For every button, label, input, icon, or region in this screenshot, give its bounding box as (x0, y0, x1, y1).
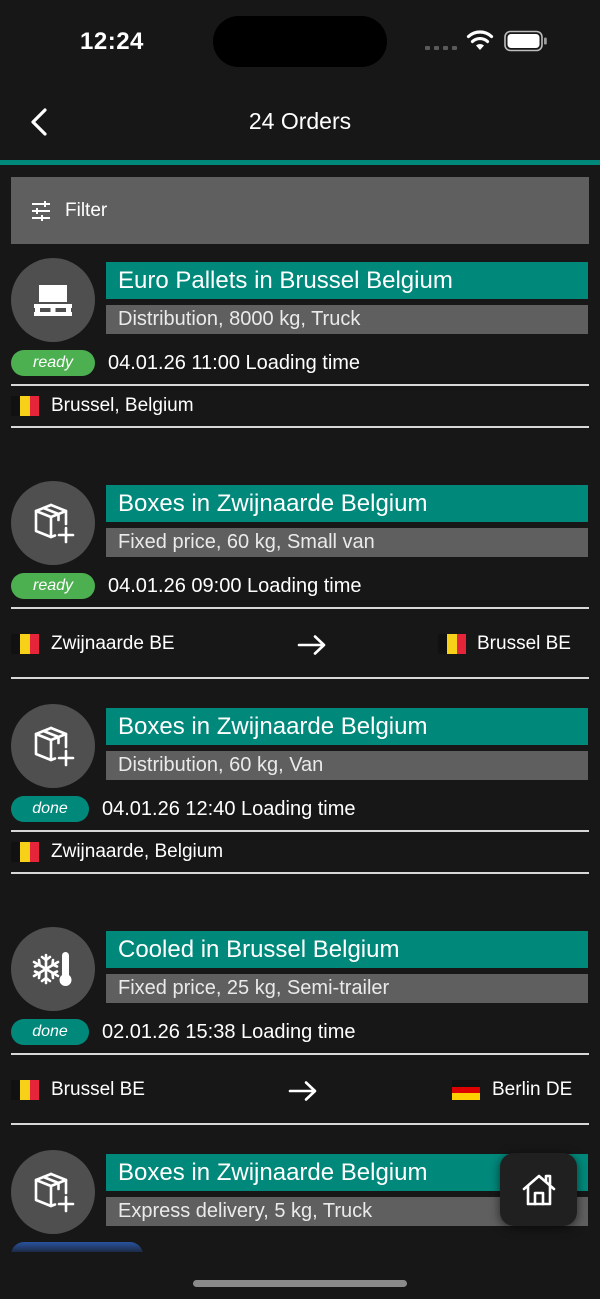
order-avatar (11, 481, 95, 565)
order-card[interactable]: Cooled in Brussel Belgium Fixed price, 2… (0, 913, 600, 1136)
order-details: Distribution, 8000 kg, Truck (106, 305, 588, 334)
status-badge: ready (11, 573, 95, 599)
divider (11, 872, 589, 874)
page-title: 24 Orders (248, 108, 352, 134)
order-avatar (11, 704, 95, 788)
filter-label: Filter (65, 199, 108, 221)
box-plus-icon (34, 503, 75, 544)
home-indicator[interactable] (193, 1280, 407, 1287)
origin-location: Brussel BE (51, 1079, 145, 1100)
divider (11, 426, 589, 428)
order-card[interactable]: Boxes in Zwijnaarde Belgium Distribution… (0, 690, 600, 913)
arrow-right-icon (288, 1081, 317, 1101)
order-details: Distribution, 60 kg, Van (106, 751, 588, 780)
order-title: Boxes in Zwijnaarde Belgium (106, 708, 588, 745)
origin-location: Brussel, Belgium (51, 395, 194, 416)
dynamic-island (213, 16, 387, 67)
destination-location: Berlin DE (492, 1079, 573, 1100)
divider (11, 1123, 589, 1125)
loading-time: 04.01.26 11:00 Loading time (108, 352, 361, 374)
snowflake-thermometer-icon (32, 952, 72, 986)
route-row: Zwijnaarde, Belgium (11, 832, 589, 872)
status-bar: 12:24 (0, 0, 600, 84)
flag-be-icon (11, 396, 39, 416)
order-details: Fixed price, 25 kg, Semi-trailer (106, 974, 588, 1003)
order-card[interactable]: Boxes in Zwijnaarde Belgium Fixed price,… (0, 467, 600, 690)
status-time: 12:24 (80, 28, 144, 55)
filter-button[interactable]: Filter (11, 177, 589, 244)
list-fade (0, 1236, 600, 1266)
flag-de-icon (452, 1080, 480, 1101)
battery-icon (504, 30, 547, 52)
sliders-icon (32, 200, 50, 221)
order-title: Boxes in Zwijnaarde Belgium (106, 485, 588, 522)
loading-time: 02.01.26 15:38 Loading time (102, 1021, 356, 1043)
loading-time: 04.01.26 09:00 Loading time (108, 575, 362, 597)
loading-time: 04.01.26 12:40 Loading time (102, 798, 356, 820)
flag-be-icon (11, 1080, 39, 1100)
route-row: Zwijnaarde BE Brussel BE (11, 609, 589, 679)
app-header: 24 Orders (0, 84, 600, 160)
order-avatar (11, 1150, 95, 1234)
status-badge: done (11, 796, 89, 822)
cellular-signal-icon (425, 46, 457, 50)
order-details: Fixed price, 60 kg, Small van (106, 528, 588, 557)
orders-list[interactable]: Euro Pallets in Brussel Belgium Distribu… (0, 244, 600, 1252)
box-plus-icon (34, 1172, 75, 1213)
header-divider (0, 160, 600, 165)
home-icon (522, 1174, 555, 1205)
origin-location: Zwijnaarde BE (51, 633, 175, 654)
order-card[interactable]: Euro Pallets in Brussel Belgium Distribu… (0, 244, 600, 467)
route-row: Brussel BE Berlin DE (11, 1055, 589, 1125)
order-title: Euro Pallets in Brussel Belgium (106, 262, 588, 299)
status-badge: ready (11, 350, 95, 376)
flag-be-icon (438, 634, 466, 654)
flag-be-icon (11, 842, 39, 862)
destination-location: Brussel BE (477, 633, 571, 654)
status-badge: done (11, 1019, 89, 1045)
order-avatar (11, 258, 95, 342)
box-plus-icon (34, 726, 75, 767)
order-title: Cooled in Brussel Belgium (106, 931, 588, 968)
order-avatar (11, 927, 95, 1011)
flag-be-icon (11, 634, 39, 654)
pallet-icon (34, 285, 72, 316)
divider (11, 677, 589, 679)
home-button[interactable] (500, 1153, 577, 1226)
origin-location: Zwijnaarde, Belgium (51, 841, 224, 862)
route-row: Brussel, Belgium (11, 386, 589, 426)
wifi-icon (466, 30, 494, 50)
arrow-right-icon (297, 635, 326, 655)
